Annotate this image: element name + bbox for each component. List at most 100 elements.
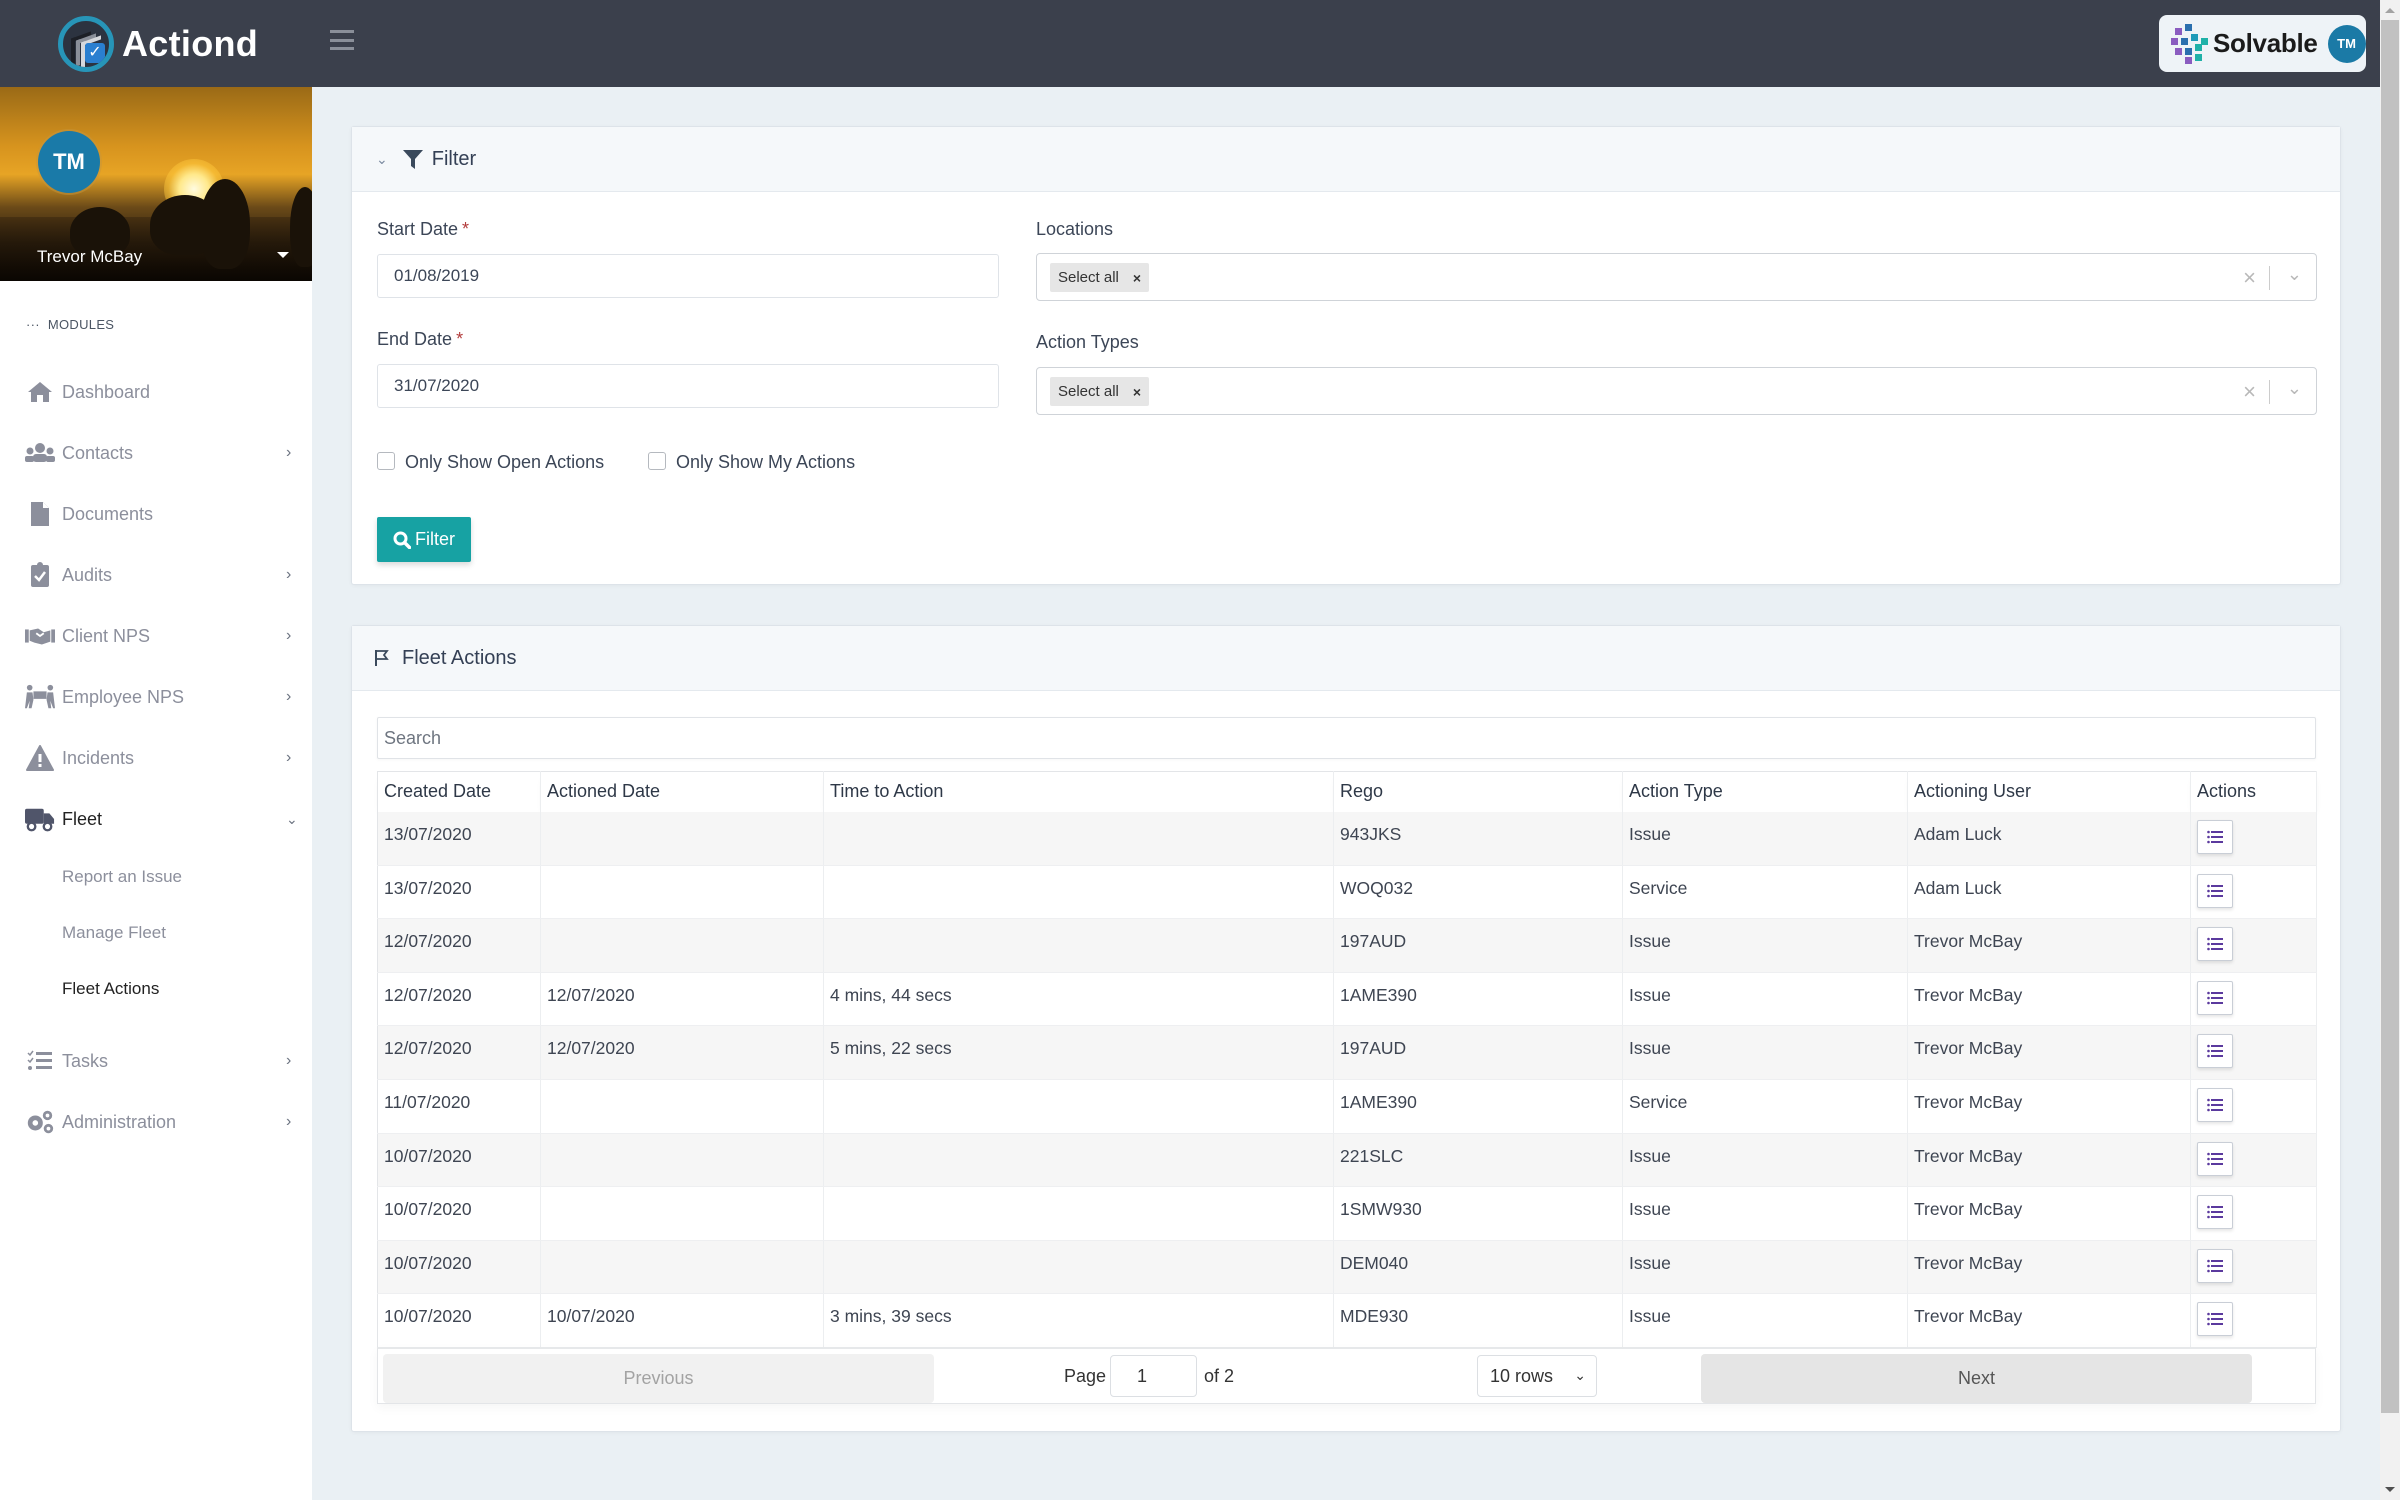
cell-actioned-date (540, 865, 824, 920)
page-total-label: of 2 (1204, 1366, 1235, 1386)
cell-time-to-action (823, 811, 1334, 866)
cell-actioned-date: 12/07/2020 (540, 972, 824, 1027)
truck-icon (25, 805, 55, 833)
fleet-actions-title: Fleet Actions (402, 646, 517, 669)
sidebar-item-audits[interactable]: Audits › (0, 551, 312, 599)
cell-rego: MDE930 (1333, 1293, 1623, 1348)
clear-icon[interactable]: × (2243, 379, 2256, 405)
sidebar-subitem-fleet-actions[interactable]: Fleet Actions (62, 979, 159, 999)
account-badge[interactable]: Solvable TM (2159, 15, 2366, 72)
row-actions-button[interactable] (2197, 1087, 2233, 1122)
sidebar-item-fleet[interactable]: Fleet ⌄ (0, 795, 312, 843)
app-logo[interactable]: ✓ Actiond (58, 16, 258, 72)
action-types-multiselect[interactable]: Select all × × ⌄ (1036, 367, 2317, 415)
cell-actioned-date (540, 1240, 824, 1295)
sidebar-item-tasks[interactable]: Tasks › (0, 1037, 312, 1085)
column-header-actioned-date[interactable]: Actioned Date (540, 771, 824, 812)
previous-page-button[interactable]: Previous (383, 1354, 934, 1403)
list-icon (2207, 1152, 2223, 1165)
scrollbar-thumb[interactable] (2381, 20, 2399, 1413)
cell-time-to-action (823, 865, 1334, 920)
locations-label: Locations (1036, 219, 1114, 239)
user-avatar[interactable]: TM (38, 131, 100, 193)
chevron-right-icon: › (286, 627, 292, 644)
cell-time-to-action: 5 mins, 22 secs (823, 1025, 1334, 1080)
list-icon (2207, 1098, 2223, 1112)
cell-action-type: Issue (1622, 1293, 1908, 1348)
row-actions-button[interactable] (2197, 1034, 2233, 1069)
chip-remove-icon[interactable]: × (1133, 384, 1141, 400)
collapse-chevron-icon[interactable]: ⌄ (376, 151, 388, 168)
row-actions-button[interactable] (2197, 927, 2233, 962)
list-icon (2207, 991, 2223, 1005)
row-actions-button[interactable] (2197, 819, 2233, 854)
row-actions-button[interactable] (2197, 980, 2233, 1015)
sidebar-item-employee-nps[interactable]: Employee NPS › (0, 673, 312, 721)
rows-per-page-select[interactable]: 10 rows ⌄ (1477, 1355, 1597, 1397)
end-date-input[interactable] (377, 364, 999, 408)
end-date-label: End Date * (377, 329, 464, 349)
handshake-icon (25, 622, 55, 650)
column-header-time-to-action[interactable]: Time to Action (823, 771, 1334, 812)
sidebar-subitem-report-an-issue[interactable]: Report an Issue (62, 867, 182, 887)
row-actions-button[interactable] (2197, 1302, 2233, 1337)
row-actions-button[interactable] (2197, 1195, 2233, 1230)
cell-action-type: Issue (1622, 1025, 1908, 1080)
only-my-actions-label[interactable]: Only Show My Actions (676, 452, 855, 473)
filter-card-header[interactable]: ⌄ Filter (352, 127, 2340, 192)
user-avatar-small[interactable]: TM (2327, 24, 2366, 63)
chevron-down-icon: ⌄ (286, 810, 298, 827)
menu-toggle-icon[interactable] (330, 30, 354, 50)
sidebar-item-incidents[interactable]: Incidents › (0, 734, 312, 782)
sidebar-item-contacts[interactable]: Contacts › (0, 429, 312, 477)
user-name: Trevor McBay (37, 247, 143, 266)
only-my-actions-checkbox[interactable] (648, 452, 666, 470)
scroll-down-arrow-icon[interactable] (2385, 1487, 2395, 1492)
cell-actions (2190, 865, 2317, 920)
page-scrollbar[interactable] (2380, 0, 2400, 1500)
page-number-input[interactable] (1110, 1355, 1197, 1397)
table-row: 10/07/2020 1SMW930 Issue Trevor McBay (377, 1186, 2317, 1241)
row-actions-button[interactable] (2197, 873, 2233, 908)
sidebar-item-administration[interactable]: Administration › (0, 1098, 312, 1146)
column-header-rego[interactable]: Rego (1333, 771, 1623, 812)
chevron-down-icon[interactable]: ⌄ (2287, 378, 2302, 399)
search-input[interactable] (377, 717, 2316, 759)
next-page-button[interactable]: Next (1701, 1354, 2252, 1403)
document-icon (25, 500, 55, 528)
list-icon (2207, 1205, 2223, 1219)
clear-icon[interactable]: × (2243, 265, 2256, 291)
action-types-chip-select-all: Select all × (1050, 377, 1150, 406)
start-date-input[interactable] (377, 254, 999, 298)
cell-actioning-user: Adam Luck (1907, 811, 2191, 866)
cell-actioning-user: Trevor McBay (1907, 1186, 2191, 1241)
table-row: 12/07/2020 12/07/2020 4 mins, 44 secs 1AME3… (377, 972, 2317, 1027)
row-actions-button[interactable] (2197, 1141, 2233, 1176)
only-open-actions-label[interactable]: Only Show Open Actions (405, 452, 604, 473)
column-header-action-type[interactable]: Action Type (1622, 771, 1908, 812)
cell-time-to-action (823, 1240, 1334, 1295)
top-bar: ✓ Actiond Solvable TM (0, 0, 2380, 87)
column-header-created-date[interactable]: Created Date (377, 771, 541, 812)
cell-rego: 1AME390 (1333, 972, 1623, 1027)
cell-rego: 197AUD (1333, 918, 1623, 973)
locations-multiselect[interactable]: Select all × × ⌄ (1036, 253, 2317, 301)
start-date-label: Start Date * (377, 219, 470, 239)
user-menu-caret-icon[interactable] (277, 252, 289, 258)
solvable-logo-icon (2171, 23, 2209, 64)
actiond-logo-icon: ✓ (58, 16, 114, 72)
sidebar-item-dashboard[interactable]: Dashboard (0, 368, 312, 416)
chip-remove-icon[interactable]: × (1133, 270, 1141, 286)
column-header-actioning-user[interactable]: Actioning User (1907, 771, 2191, 812)
only-open-actions-checkbox[interactable] (377, 452, 395, 470)
sidebar-subitem-manage-fleet[interactable]: Manage Fleet (62, 923, 166, 943)
filter-button[interactable]: Filter (377, 517, 471, 562)
chevron-down-icon[interactable]: ⌄ (2287, 264, 2302, 285)
clipboard-check-icon (25, 561, 55, 589)
sidebar-item-documents[interactable]: Documents (0, 490, 312, 538)
scroll-up-arrow-icon[interactable] (2385, 8, 2395, 13)
cell-actioning-user: Trevor McBay (1907, 1133, 2191, 1188)
row-actions-button[interactable] (2197, 1248, 2233, 1283)
sidebar-item-client-nps[interactable]: Client NPS › (0, 612, 312, 660)
home-icon (25, 378, 55, 406)
